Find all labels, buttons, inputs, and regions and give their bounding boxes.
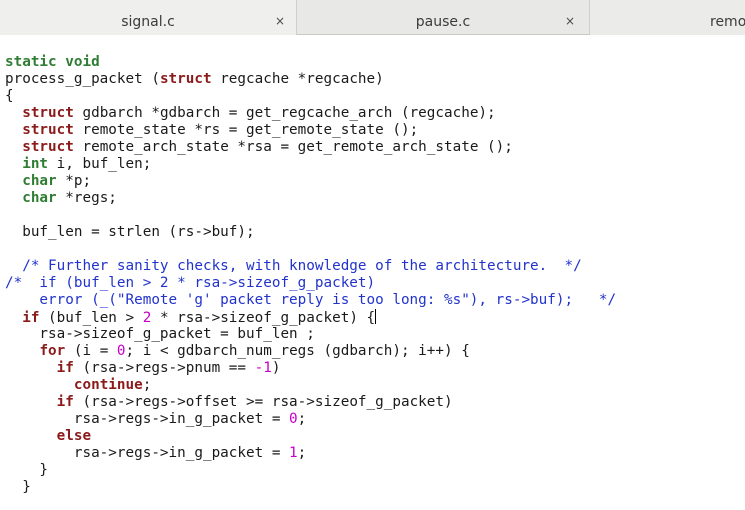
code-line[interactable]: struct remote_state *rs = get_remote_sta…	[5, 122, 616, 139]
code-token: regcache *regcache)	[211, 71, 384, 87]
code-line[interactable]: }	[5, 479, 616, 496]
code-line[interactable]: if (buf_len > 2 * rsa->sizeof_g_packet) …	[5, 309, 616, 326]
code-line[interactable]: process_g_packet (struct regcache *regca…	[5, 71, 616, 88]
close-icon[interactable]: ×	[565, 15, 575, 27]
code-token: if	[22, 310, 40, 326]
code-line[interactable]: struct gdbarch *gdbarch = get_regcache_a…	[5, 105, 616, 122]
code-token: -1	[254, 360, 272, 376]
code-token: struct	[22, 122, 74, 138]
code-token: if	[56, 360, 74, 376]
code-token: 1	[289, 445, 298, 461]
tab-pause-c[interactable]: pause.c ×	[297, 0, 590, 35]
code-token: remote_arch_state *rsa = get_remote_arch…	[73, 139, 513, 155]
code-line[interactable]: struct remote_arch_state *rsa = get_remo…	[5, 139, 616, 156]
code-token: static void	[5, 54, 100, 70]
code-line[interactable]: error (_("Remote 'g' packet reply is too…	[5, 292, 616, 309]
code-token: 0	[289, 411, 298, 427]
code-line[interactable]: rsa->regs->in_g_packet = 1;	[5, 445, 616, 462]
code-token: /* Further sanity checks, with knowledge…	[5, 258, 582, 274]
code-line[interactable]: continue;	[5, 377, 616, 394]
tab-label: pause.c	[415, 14, 471, 30]
code-line[interactable]: char *regs;	[5, 190, 616, 207]
code-token: ;	[142, 377, 152, 393]
tab-remote[interactable]: remo	[590, 0, 745, 35]
code-token: (i =	[65, 343, 117, 359]
code-token: struct	[22, 105, 74, 121]
code-line[interactable]: int i, buf_len;	[5, 156, 616, 173]
code-token: struct	[159, 71, 212, 87]
code-token: buf_len = strlen (rs->buf);	[5, 224, 255, 240]
code-line[interactable]	[5, 207, 616, 224]
code-line[interactable]: else	[5, 428, 616, 445]
code-token: {	[5, 88, 14, 104]
code-token: rsa->regs->in_g_packet =	[5, 411, 290, 427]
code-token: process_g_packet (	[5, 71, 160, 87]
code-token: i, buf_len;	[48, 156, 152, 172]
code-token: }	[5, 462, 49, 478]
code-token: else	[56, 428, 92, 444]
code-token: (buf_len >	[39, 310, 143, 326]
close-icon[interactable]: ×	[275, 15, 285, 27]
code-line[interactable]: rsa->sizeof_g_packet = buf_len ;	[5, 326, 616, 343]
code-line[interactable]: rsa->regs->in_g_packet = 0;	[5, 411, 616, 428]
tab-bar: signal.c × pause.c × remo	[0, 0, 745, 35]
code-token: struct	[22, 139, 74, 155]
code-token: char	[22, 173, 57, 189]
code-token: /* if (buf_len > 2 * rsa->sizeof_g_packe…	[5, 275, 376, 291]
code-line[interactable]: buf_len = strlen (rs->buf);	[5, 224, 616, 241]
code-token: if	[56, 394, 74, 410]
code-token: error (_("Remote 'g' packet reply is too…	[5, 292, 617, 308]
code-token: ;	[297, 411, 307, 427]
tab-label: remo	[710, 14, 745, 30]
code-token: rsa->regs->in_g_packet =	[5, 445, 290, 461]
code-token: gdbarch *gdbarch = get_regcache_arch (re…	[73, 105, 496, 121]
code-token: ; i < gdbarch_num_regs (gdbarch); i++) {	[125, 343, 470, 359]
text-cursor	[375, 309, 377, 324]
code-token: )	[271, 360, 281, 376]
code-text[interactable]: static void process_g_packet (struct regc…	[5, 54, 616, 496]
code-line[interactable]: {	[5, 88, 616, 105]
code-token: for	[39, 343, 66, 359]
code-token: int	[22, 156, 49, 172]
tab-signal-c[interactable]: signal.c ×	[0, 0, 297, 35]
code-token: 0	[116, 343, 126, 359]
code-token: remote_state *rs = get_remote_state ();	[73, 122, 419, 138]
code-line[interactable]: char *p;	[5, 173, 616, 190]
code-token: * rsa->sizeof_g_packet) {	[151, 310, 376, 326]
code-editor[interactable]: static void process_g_packet (struct regc…	[0, 36, 745, 510]
code-token: *p;	[56, 173, 92, 189]
code-line[interactable]	[5, 241, 616, 258]
code-token: (rsa->regs->pnum ==	[73, 360, 255, 376]
code-token: *regs;	[56, 190, 117, 206]
code-line[interactable]: if (rsa->regs->pnum == -1)	[5, 360, 616, 377]
code-token: }	[5, 479, 31, 495]
code-line[interactable]: static void	[5, 54, 616, 71]
code-line[interactable]: /* if (buf_len > 2 * rsa->sizeof_g_packe…	[5, 275, 616, 292]
code-line[interactable]: /* Further sanity checks, with knowledge…	[5, 258, 616, 275]
code-line[interactable]: for (i = 0; i < gdbarch_num_regs (gdbarc…	[5, 343, 616, 360]
code-token: rsa->sizeof_g_packet = buf_len ;	[5, 326, 315, 342]
code-line[interactable]: if (rsa->regs->offset >= rsa->sizeof_g_p…	[5, 394, 616, 411]
tab-label: signal.c	[121, 14, 175, 30]
code-token: char	[22, 190, 57, 206]
code-token: (rsa->regs->offset >= rsa->sizeof_g_pack…	[73, 394, 453, 410]
code-token: ;	[297, 445, 307, 461]
code-token: continue	[73, 377, 143, 393]
code-line[interactable]: }	[5, 462, 616, 479]
